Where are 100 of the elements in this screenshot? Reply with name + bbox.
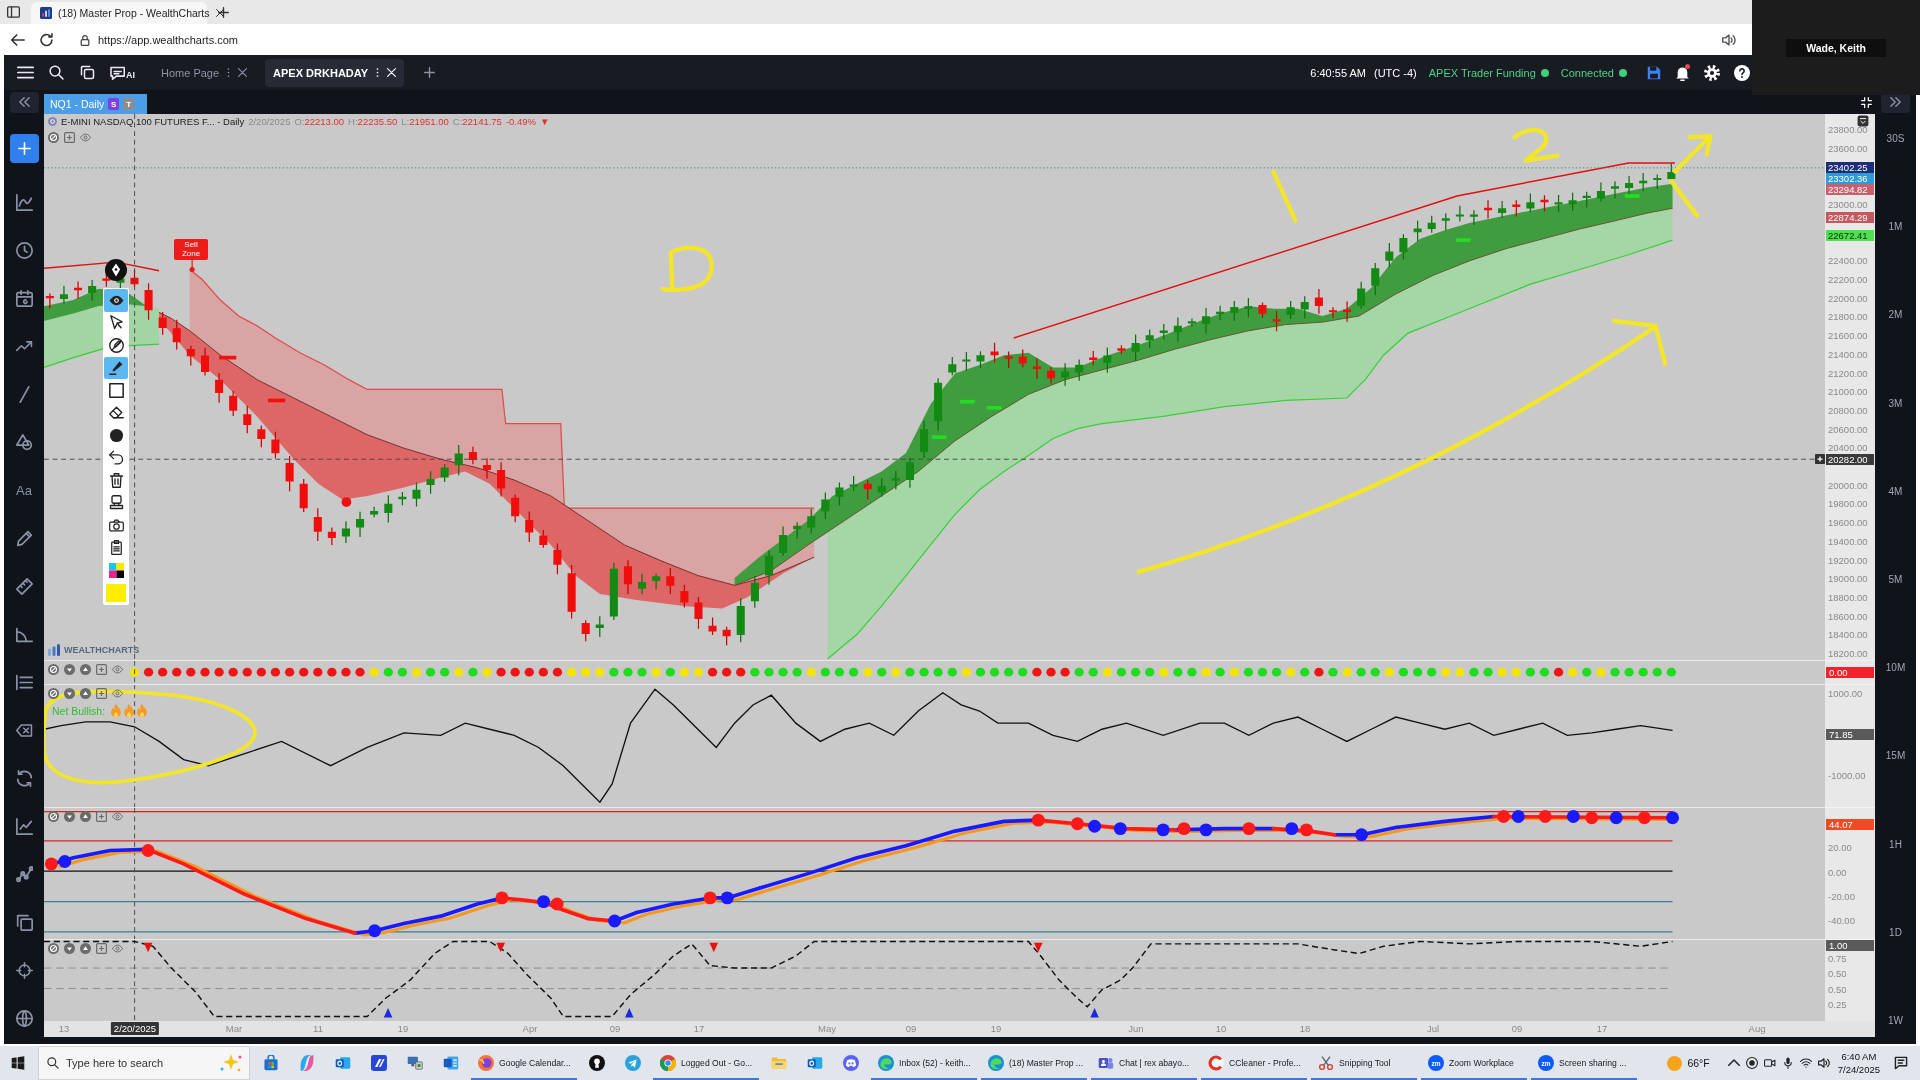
line-chart-icon[interactable] — [15, 818, 33, 835]
notification-icon[interactable] — [1894, 1056, 1908, 1070]
collapse-button[interactable] — [9, 91, 39, 113]
eye-icon[interactable] — [112, 664, 123, 675]
eye-icon[interactable] — [80, 132, 91, 143]
plus-icon[interactable] — [1815, 454, 1825, 465]
slash-circle-icon[interactable] — [48, 688, 59, 699]
reload-icon[interactable] — [39, 32, 54, 47]
timeframe-option[interactable]: 2M — [1888, 309, 1903, 322]
close-icon[interactable] — [238, 68, 248, 77]
timeframe-option[interactable]: 4M — [1888, 485, 1903, 498]
slash-circle-icon[interactable] — [48, 664, 59, 675]
list-icon[interactable] — [15, 674, 33, 691]
plus-square-icon[interactable] — [96, 664, 107, 675]
eye-icon[interactable] — [112, 811, 123, 822]
controller-icon[interactable] — [843, 1055, 859, 1071]
timeframe-option[interactable]: 10M — [1885, 662, 1906, 675]
angle-icon[interactable] — [15, 626, 33, 643]
search-icon[interactable] — [48, 65, 65, 80]
timeframe-option[interactable]: 30S — [1886, 133, 1905, 145]
caret-up-icon[interactable] — [80, 943, 91, 954]
pen-icon[interactable] — [105, 259, 127, 281]
plus-square-icon[interactable] — [64, 132, 75, 143]
timeframe-option[interactable]: 3M — [1888, 397, 1903, 410]
eye-icon[interactable] — [112, 688, 123, 699]
tab-list-icon[interactable] — [7, 6, 20, 18]
bell-icon[interactable] — [1675, 64, 1690, 81]
more-icon[interactable] — [227, 67, 231, 78]
menu-icon[interactable] — [17, 65, 34, 80]
striped-tile-icon[interactable] — [371, 1055, 387, 1071]
compress-icon[interactable] — [1861, 96, 1872, 108]
plus-square-icon[interactable] — [96, 811, 107, 822]
four-squares-icon[interactable] — [11, 1056, 25, 1070]
envelope-tile-icon[interactable] — [807, 1055, 823, 1071]
timeframe-option[interactable]: 15M — [1885, 750, 1906, 763]
speaker-icon[interactable] — [1722, 33, 1736, 46]
back-arrow-icon[interactable] — [10, 32, 25, 47]
sync-icon[interactable] — [15, 770, 33, 787]
timeframe-option[interactable]: 1H — [1889, 838, 1902, 851]
settings-icon[interactable] — [1704, 64, 1720, 81]
document-icon[interactable] — [443, 1055, 459, 1071]
microphone-icon[interactable] — [1781, 1057, 1794, 1069]
taskbar-button[interactable]: Logged Out - Go... — [653, 1046, 759, 1080]
crosshair-icon[interactable] — [15, 962, 33, 979]
backspace-icon[interactable] — [15, 722, 33, 739]
swirl-icon[interactable] — [299, 1055, 315, 1071]
help-icon[interactable] — [1734, 64, 1750, 81]
taskbar-date[interactable]: 7/24/2025 — [1837, 1063, 1880, 1076]
caret-down-icon[interactable] — [64, 943, 75, 954]
slash-circle-icon[interactable] — [48, 132, 59, 143]
tool-button[interactable] — [104, 289, 128, 312]
plus-icon[interactable] — [218, 6, 229, 18]
more-icon[interactable] — [376, 67, 380, 78]
paper-plane-icon[interactable] — [625, 1055, 641, 1071]
plus-icon[interactable] — [424, 67, 436, 78]
dropdown-menu-icon[interactable] — [1857, 115, 1869, 127]
plus-square-icon[interactable] — [96, 943, 107, 954]
node-line-icon[interactable] — [15, 866, 33, 883]
taskbar-button[interactable]: Google Calendar... — [471, 1046, 577, 1080]
record-icon[interactable] — [1745, 1057, 1758, 1069]
calendar-icon[interactable] — [15, 290, 33, 307]
taskbar-button[interactable]: Inbox (52) - keith... — [871, 1046, 977, 1080]
taskbar-button[interactable]: (18) Master Prop ... — [981, 1046, 1088, 1080]
text-tool[interactable]: Aa — [16, 482, 32, 499]
ai-chat-button[interactable]: AI — [110, 65, 135, 80]
slash-circle-icon[interactable] — [48, 811, 59, 822]
computer-icon[interactable] — [407, 1055, 423, 1071]
close-icon[interactable] — [215, 9, 224, 17]
pencil-icon[interactable] — [15, 530, 33, 547]
save-icon[interactable] — [1647, 65, 1661, 80]
search-field[interactable]: Type here to search — [38, 1046, 250, 1080]
eye-icon[interactable] — [112, 943, 123, 954]
taskbar-button[interactable]: CCleaner - Profe... — [1201, 1046, 1308, 1080]
chart-tab[interactable]: NQ1 - Daily S T — [44, 94, 147, 114]
timeframe-option[interactable]: 5M — [1888, 573, 1903, 586]
copy-icon[interactable] — [79, 65, 96, 80]
caret-down-icon[interactable] — [64, 688, 75, 699]
curve-chart-icon[interactable] — [15, 194, 33, 211]
taskbar-button[interactable]: Chat | rex abayo... — [1091, 1046, 1198, 1080]
tab[interactable]: Home Page — [153, 58, 256, 87]
caret-up-icon[interactable] — [80, 688, 91, 699]
timeframe-option[interactable]: 1D — [1889, 926, 1902, 939]
tool-button[interactable] — [104, 356, 128, 379]
clock-icon[interactable] — [15, 242, 33, 259]
globe-icon[interactable] — [15, 1010, 33, 1027]
envelope-tile-icon[interactable] — [335, 1055, 351, 1071]
tab[interactable]: APEX DRKHADAY — [265, 58, 405, 87]
video-camera-icon[interactable] — [1763, 1057, 1776, 1069]
caret-up-icon[interactable] — [80, 664, 91, 675]
copy-icon[interactable] — [15, 914, 33, 931]
shopping-bag-icon[interactable] — [263, 1055, 279, 1071]
keyhole-icon[interactable] — [589, 1055, 605, 1071]
folder-icon[interactable] — [771, 1055, 787, 1071]
caret-down-icon[interactable] — [64, 664, 75, 675]
timeframe-option[interactable]: 1M — [1888, 221, 1903, 234]
taskbar-time[interactable]: 6:40 AM — [1841, 1050, 1877, 1063]
shapes-icon[interactable] — [15, 434, 33, 451]
slash-circle-icon[interactable] — [48, 943, 59, 954]
ruler-icon[interactable] — [15, 578, 33, 595]
caret-down-icon[interactable] — [64, 811, 75, 822]
